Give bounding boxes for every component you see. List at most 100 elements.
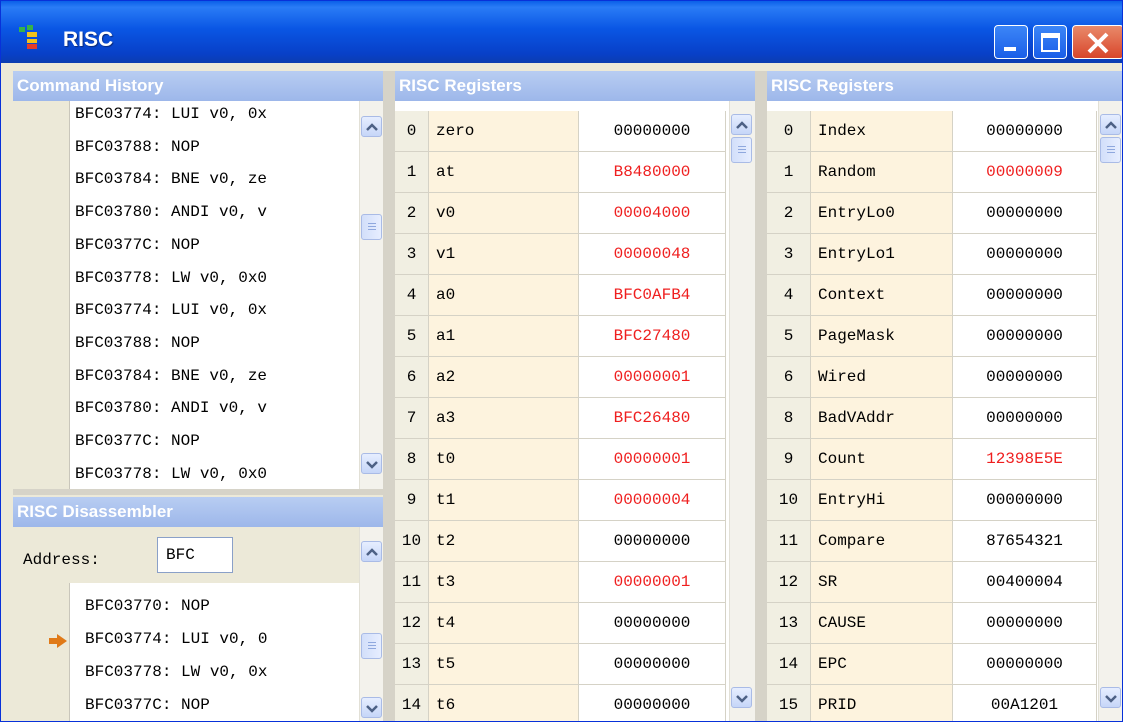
register-value[interactable]: 00000001	[579, 357, 726, 397]
title-bar[interactable]: RISC	[1, 1, 1122, 63]
history-entry[interactable]: BFC03780: ANDI v0, v	[75, 203, 267, 221]
register-value[interactable]: 00000000	[579, 685, 726, 721]
register-value[interactable]: 00000000	[579, 111, 726, 151]
disassembler-scrollbar[interactable]	[359, 527, 383, 721]
disassembler-list[interactable]: BFC03770: NOP BFC03774: LUI v0, 0 BFC03778…	[85, 597, 357, 721]
close-button[interactable]	[1072, 25, 1122, 59]
register-row[interactable]: 13 CAUSE 00000000	[767, 603, 1097, 644]
register-row[interactable]: 7 a3 BFC26480	[395, 398, 726, 439]
horizontal-splitter[interactable]	[13, 489, 383, 495]
history-entry[interactable]: BFC03784: BNE v0, ze	[75, 170, 267, 188]
register-row[interactable]: 12 SR 00400004	[767, 562, 1097, 603]
history-entry[interactable]: BFC03780: ANDI v0, v	[75, 399, 267, 417]
register-row[interactable]: 2 v0 00004000	[395, 193, 726, 234]
register-row[interactable]: 1 at B8480000	[395, 152, 726, 193]
register-value[interactable]: BFC26480	[579, 398, 726, 438]
address-input[interactable]: BFC	[157, 537, 233, 573]
register-value[interactable]: 00000000	[953, 275, 1097, 315]
register-row[interactable]: 9 Count 12398E5E	[767, 439, 1097, 480]
history-entry[interactable]: BFC03788: NOP	[75, 138, 200, 156]
disassembly-line[interactable]: BFC0377C: NOP	[85, 696, 210, 714]
scroll-thumb[interactable]	[731, 137, 752, 163]
history-entry[interactable]: BFC0377C: NOP	[75, 432, 200, 450]
register-row[interactable]: 0 Index 00000000	[767, 111, 1097, 152]
scroll-thumb[interactable]	[361, 633, 382, 659]
disassembly-line[interactable]: BFC03770: NOP	[85, 597, 210, 615]
register-value[interactable]: 00000000	[579, 603, 726, 643]
register-row[interactable]: 8 t0 00000001	[395, 439, 726, 480]
history-entry[interactable]: BFC03778: LW v0, 0x0	[75, 465, 267, 483]
register-row[interactable]: 6 a2 00000001	[395, 357, 726, 398]
vertical-splitter-left[interactable]	[383, 71, 395, 721]
register-value[interactable]: 00000000	[953, 316, 1097, 356]
register-row[interactable]: 11 t3 00000001	[395, 562, 726, 603]
register-row[interactable]: 14 EPC 00000000	[767, 644, 1097, 685]
history-entry[interactable]: BFC03774: LUI v0, 0x	[75, 301, 267, 319]
register-value[interactable]: 00000000	[953, 398, 1097, 438]
register-value[interactable]: 00400004	[953, 562, 1097, 602]
cp0-registers-scrollbar[interactable]	[1098, 101, 1122, 721]
register-value[interactable]: 00000004	[579, 480, 726, 520]
register-value[interactable]: 00000000	[579, 644, 726, 684]
register-value[interactable]: 00000009	[953, 152, 1097, 192]
register-row[interactable]: 0 zero 00000000	[395, 111, 726, 152]
register-row[interactable]: 12 t4 00000000	[395, 603, 726, 644]
scroll-down-button[interactable]	[731, 687, 752, 708]
history-entry[interactable]: BFC03788: NOP	[75, 334, 200, 352]
register-value[interactable]: 00000000	[953, 193, 1097, 233]
scroll-up-button[interactable]	[361, 541, 382, 562]
history-entry[interactable]: BFC03784: BNE v0, ze	[75, 367, 267, 385]
register-row[interactable]: 5 a1 BFC27480	[395, 316, 726, 357]
register-row[interactable]: 1 Random 00000009	[767, 152, 1097, 193]
minimize-button[interactable]	[994, 25, 1028, 59]
gpr-registers-scrollbar[interactable]	[729, 101, 755, 721]
register-value[interactable]: 00004000	[579, 193, 726, 233]
register-value[interactable]: 00000000	[579, 521, 726, 561]
register-row[interactable]: 11 Compare 87654321	[767, 521, 1097, 562]
register-value[interactable]: 00000000	[953, 111, 1097, 151]
disassembly-line[interactable]: BFC03778: LW v0, 0x	[85, 663, 267, 681]
register-row[interactable]: 2 EntryLo0 00000000	[767, 193, 1097, 234]
history-entry[interactable]: BFC03774: LUI v0, 0x	[75, 105, 267, 123]
register-row[interactable]: 10 EntryHi 00000000	[767, 480, 1097, 521]
register-value[interactable]: 12398E5E	[953, 439, 1097, 479]
register-value[interactable]: 87654321	[953, 521, 1097, 561]
register-row[interactable]: 5 PageMask 00000000	[767, 316, 1097, 357]
register-row[interactable]: 10 t2 00000000	[395, 521, 726, 562]
register-row[interactable]: 9 t1 00000004	[395, 480, 726, 521]
command-history-list[interactable]: BFC03774: LUI v0, 0x BFC03788: NOP BFC0378…	[75, 101, 365, 489]
history-entry[interactable]: BFC0377C: NOP	[75, 236, 200, 254]
register-row[interactable]: 8 BadVAddr 00000000	[767, 398, 1097, 439]
register-row[interactable]: 3 v1 00000048	[395, 234, 726, 275]
scroll-down-button[interactable]	[361, 453, 382, 474]
register-row[interactable]: 15 PRID 00A1201	[767, 685, 1097, 721]
register-row[interactable]: 4 a0 BFC0AFB4	[395, 275, 726, 316]
vertical-splitter-right[interactable]	[755, 71, 767, 721]
scroll-thumb[interactable]	[361, 214, 382, 240]
command-history-scrollbar[interactable]	[359, 101, 383, 489]
scroll-down-button[interactable]	[361, 697, 382, 718]
register-value[interactable]: BFC27480	[579, 316, 726, 356]
maximize-button[interactable]	[1033, 25, 1067, 59]
register-value[interactable]: 00000001	[579, 439, 726, 479]
scroll-up-button[interactable]	[361, 116, 382, 137]
register-row[interactable]: 4 Context 00000000	[767, 275, 1097, 316]
register-row[interactable]: 3 EntryLo1 00000000	[767, 234, 1097, 275]
register-value[interactable]: 00000048	[579, 234, 726, 274]
scroll-up-button[interactable]	[1100, 114, 1121, 135]
history-entry[interactable]: BFC03778: LW v0, 0x0	[75, 269, 267, 287]
register-row[interactable]: 6 Wired 00000000	[767, 357, 1097, 398]
disassembly-line[interactable]: BFC03774: LUI v0, 0	[85, 630, 267, 648]
register-row[interactable]: 14 t6 00000000	[395, 685, 726, 721]
register-value[interactable]: BFC0AFB4	[579, 275, 726, 315]
scroll-up-button[interactable]	[731, 114, 752, 135]
scroll-down-button[interactable]	[1100, 687, 1121, 708]
register-value[interactable]: 00000000	[953, 480, 1097, 520]
register-value[interactable]: 00A1201	[953, 685, 1097, 721]
register-row[interactable]: 13 t5 00000000	[395, 644, 726, 685]
scroll-thumb[interactable]	[1100, 137, 1121, 163]
register-value[interactable]: 00000000	[953, 357, 1097, 397]
register-value[interactable]: B8480000	[579, 152, 726, 192]
register-value[interactable]: 00000000	[953, 644, 1097, 684]
register-value[interactable]: 00000001	[579, 562, 726, 602]
